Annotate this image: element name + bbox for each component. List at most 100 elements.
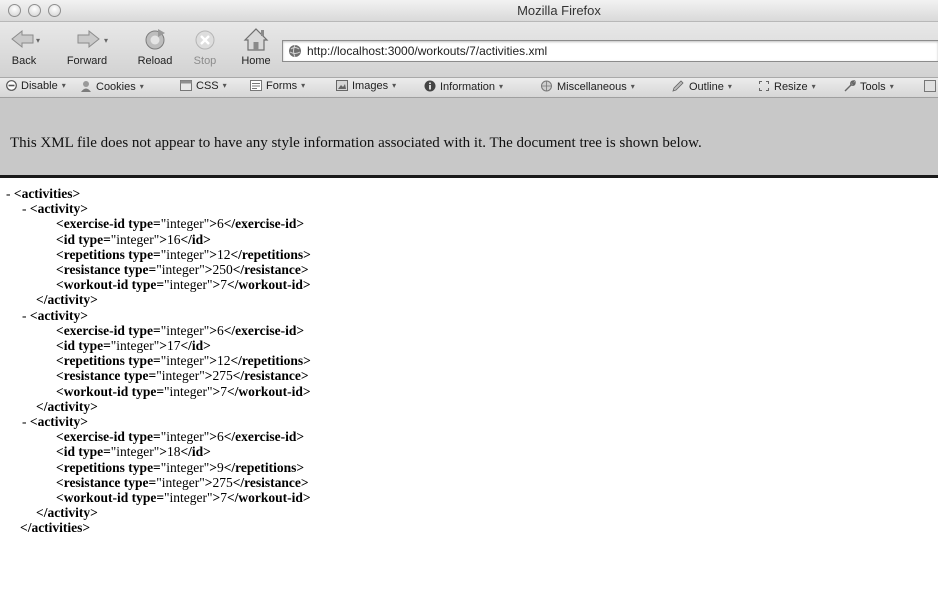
information-menu[interactable]: Information ▾ <box>424 80 503 95</box>
xml-field-workout-id: <workout-id type="integer">7</workout-id… <box>56 490 311 505</box>
xml-tag: <workout-id type= <box>56 277 165 293</box>
xml-field-resistance: <resistance type="integer">250</resistan… <box>56 262 309 277</box>
xml-tag: <resistance type= <box>56 474 157 490</box>
xml-tag: <workout-id type= <box>56 383 165 399</box>
xml-activity-open-tag: - <activity> <box>22 414 88 429</box>
xml-text-value: 6 <box>216 216 224 232</box>
xml-tag: <activity> <box>29 414 88 429</box>
xml-tag: </activity> <box>36 292 98 308</box>
xml-tag: </resistance> <box>232 368 309 384</box>
xml-tag: </id> <box>180 338 211 353</box>
collapse-toggle[interactable]: - <box>22 308 30 323</box>
xml-attribute-value: "integer" <box>156 368 205 384</box>
home-icon <box>241 24 271 54</box>
xml-attribute-value: "integer" <box>164 490 213 505</box>
xml-text-value: 16 <box>166 231 181 247</box>
xml-tag: </repetitions> <box>223 459 305 475</box>
outline-pencil-icon <box>672 80 685 95</box>
tools-wrench-icon <box>844 80 856 95</box>
xml-tag: <exercise-id type= <box>56 322 161 338</box>
xml-style-notice: This XML file does not appear to have an… <box>0 98 938 178</box>
xml-tag: <workout-id type= <box>56 490 165 505</box>
reload-button[interactable]: Reload <box>130 24 180 67</box>
xml-field-repetitions: <repetitions type="integer">9</repetitio… <box>56 460 304 475</box>
web-developer-toolbar: Disable ▾ Cookies ▾ CSS ▾ Forms ▾ Images ▾ In… <box>0 78 938 98</box>
back-arrow-icon <box>9 24 39 54</box>
xml-attribute-value: "integer" <box>110 444 160 460</box>
css-icon <box>180 80 192 94</box>
tools-menu[interactable]: Tools ▾ <box>844 80 894 95</box>
xml-field-repetitions: <repetitions type="integer">12</repetiti… <box>56 353 311 368</box>
xml-tag: </repetitions> <box>230 246 311 262</box>
xml-attribute-value: "integer" <box>110 338 160 353</box>
xml-attribute-value: "integer" <box>110 231 160 247</box>
forward-button[interactable]: Forward <box>62 24 112 67</box>
xml-text-value: 7 <box>220 490 227 505</box>
disable-icon <box>6 80 17 94</box>
xml-tag: > <box>209 353 217 369</box>
window-title: Mozilla Firefox <box>517 3 601 18</box>
xml-text-value: 12 <box>216 353 231 369</box>
collapse-toggle[interactable]: - <box>6 186 14 201</box>
url-text[interactable]: http://localhost:3000/workouts/7/activit… <box>307 44 547 58</box>
xml-text-value: 250 <box>212 262 233 277</box>
cookies-icon <box>80 80 92 95</box>
xml-field-resistance: <resistance type="integer">275</resistan… <box>56 368 309 383</box>
xml-tag: </resistance> <box>232 474 309 490</box>
back-button[interactable]: Back <box>6 24 42 67</box>
stop-button[interactable]: Stop <box>188 24 222 67</box>
xml-root-open-tag: - <activities> <box>6 186 80 201</box>
miscellaneous-menu[interactable]: Miscellaneous ▾ <box>540 80 635 95</box>
globe-icon <box>288 44 302 63</box>
xml-tag: <id type= <box>56 338 111 353</box>
xml-field-exercise-id: <exercise-id type="integer">6</exercise-… <box>56 323 304 338</box>
xml-text-value: 6 <box>216 429 224 445</box>
xml-text-value: 12 <box>216 246 231 262</box>
xml-attribute-value: "integer" <box>160 429 210 445</box>
back-history-dropdown-icon[interactable]: ▾ <box>36 36 40 45</box>
home-button[interactable]: Home <box>236 24 276 67</box>
forward-history-dropdown-icon[interactable]: ▾ <box>104 36 108 45</box>
xml-field-id: <id type="integer">16</id> <box>56 232 211 247</box>
collapse-toggle[interactable]: - <box>22 414 30 429</box>
images-menu[interactable]: Images ▾ <box>336 80 396 94</box>
css-menu[interactable]: CSS ▾ <box>180 80 227 94</box>
xml-text-value: 6 <box>216 322 224 338</box>
xml-tag: </workout-id> <box>226 383 311 399</box>
outline-menu[interactable]: Outline ▾ <box>672 80 732 95</box>
cookies-menu[interactable]: Cookies ▾ <box>80 80 144 95</box>
miscellaneous-icon <box>540 80 553 95</box>
xml-attribute-value: "integer" <box>156 262 205 277</box>
xml-tag: <repetitions type= <box>56 246 161 262</box>
xml-field-workout-id: <workout-id type="integer">7</workout-id… <box>56 277 311 292</box>
overflow-icon[interactable] <box>924 80 936 95</box>
xml-attribute-value: "integer" <box>164 277 213 293</box>
xml-attribute-value: "integer" <box>160 322 210 338</box>
xml-tag: </activity> <box>36 505 98 521</box>
xml-field-id: <id type="integer">17</id> <box>56 338 211 353</box>
xml-text-value: 17 <box>166 338 181 353</box>
xml-field-id: <id type="integer">18</id> <box>56 444 211 459</box>
resize-icon <box>758 80 770 95</box>
xml-tag: > <box>209 322 217 338</box>
xml-tag: </id> <box>180 444 211 460</box>
disable-menu[interactable]: Disable ▾ <box>6 80 66 94</box>
xml-tag: <repetitions type= <box>56 353 161 369</box>
address-bar[interactable]: http://localhost:3000/workouts/7/activit… <box>282 40 938 62</box>
forms-menu[interactable]: Forms ▾ <box>250 80 305 94</box>
xml-tag: <activity> <box>29 201 88 217</box>
xml-tag: > <box>159 444 167 460</box>
xml-tag: <resistance type= <box>56 262 157 277</box>
xml-attribute-value: "integer" <box>160 246 210 262</box>
information-icon <box>424 80 436 95</box>
xml-tag: </activities> <box>20 520 91 536</box>
xml-tag: <id type= <box>56 231 111 247</box>
xml-tag: <activity> <box>29 307 88 323</box>
xml-tag: > <box>159 338 167 353</box>
xml-tag: </activity> <box>36 398 98 414</box>
resize-menu[interactable]: Resize ▾ <box>758 80 816 95</box>
xml-activity-close-tag: </activity> <box>36 292 98 307</box>
xml-text-value: 7 <box>220 383 227 399</box>
xml-tag: <resistance type= <box>56 368 157 384</box>
collapse-toggle[interactable]: - <box>22 201 30 216</box>
